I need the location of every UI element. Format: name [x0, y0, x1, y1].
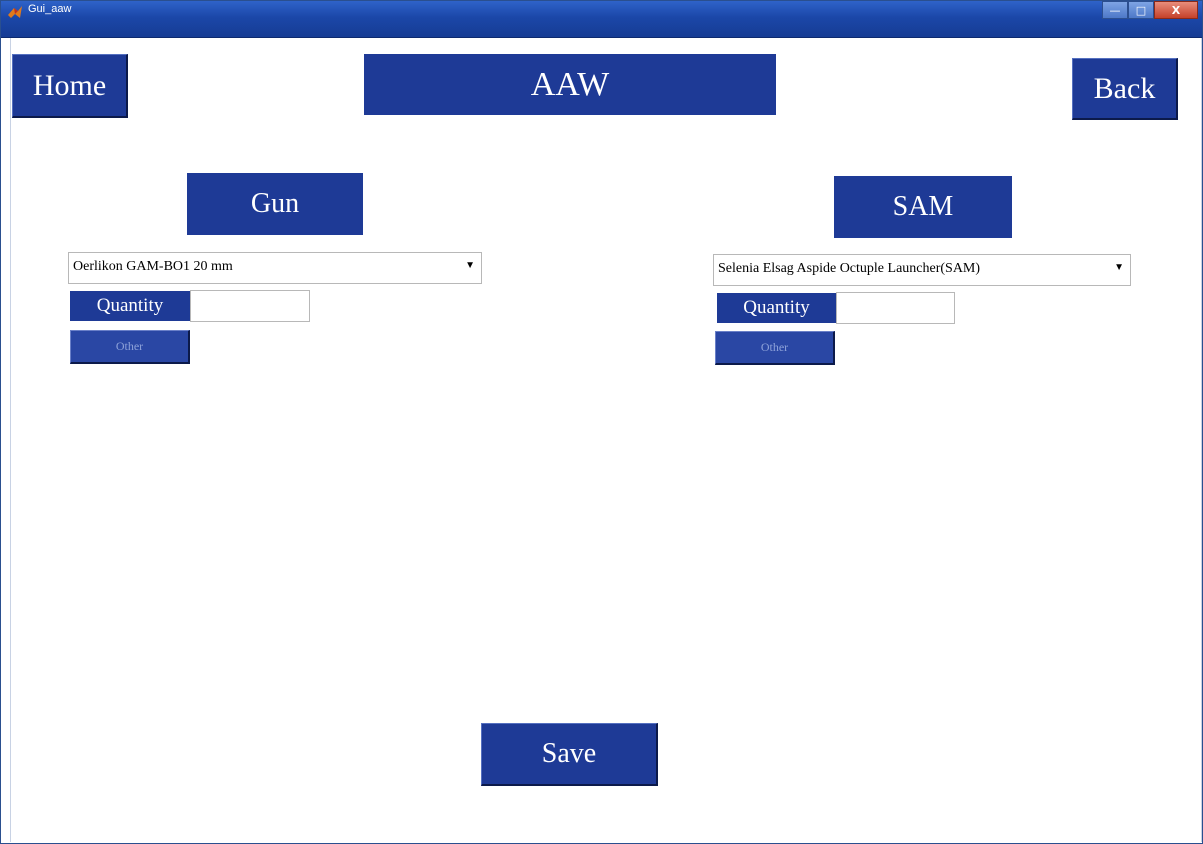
gun-quantity-input[interactable] [190, 290, 310, 322]
triangle-down-icon[interactable]: ▼ [1114, 262, 1124, 273]
gun-other-button[interactable]: Other [70, 330, 190, 364]
page-title: AAW [364, 54, 776, 115]
gun-heading: Gun [187, 173, 363, 235]
figure-client-area: Home AAW Back Gun Oerlikon GAM-BO1 20 mm… [10, 38, 1202, 842]
window-controls: — □ X [1102, 1, 1198, 23]
sam-select-value: Selenia Elsag Aspide Octuple Launcher(SA… [718, 261, 981, 276]
sam-quantity-label: Quantity [717, 293, 836, 323]
sam-quantity-input[interactable] [836, 292, 955, 324]
window-title: Gui_aaw [28, 3, 72, 15]
triangle-down-icon[interactable]: ▼ [465, 260, 475, 271]
gun-select[interactable]: Oerlikon GAM-BO1 20 mm ▼ [68, 252, 482, 284]
close-icon[interactable]: X [1154, 1, 1198, 19]
title-bar[interactable]: Gui_aaw — □ X [1, 1, 1202, 38]
maximize-icon[interactable]: □ [1128, 1, 1154, 19]
matlab-icon [8, 6, 22, 18]
sam-heading: SAM [834, 176, 1012, 238]
minimize-icon[interactable]: — [1102, 1, 1128, 19]
sam-select[interactable]: Selenia Elsag Aspide Octuple Launcher(SA… [713, 254, 1131, 286]
gun-select-value: Oerlikon GAM-BO1 20 mm [73, 259, 233, 274]
back-button[interactable]: Back [1072, 58, 1178, 120]
sam-other-button[interactable]: Other [715, 331, 835, 365]
save-button[interactable]: Save [481, 723, 658, 786]
home-button[interactable]: Home [12, 54, 128, 118]
app-window: Gui_aaw — □ X Home AAW Back Gun Oerlikon… [0, 0, 1203, 844]
gun-quantity-label: Quantity [70, 291, 190, 321]
